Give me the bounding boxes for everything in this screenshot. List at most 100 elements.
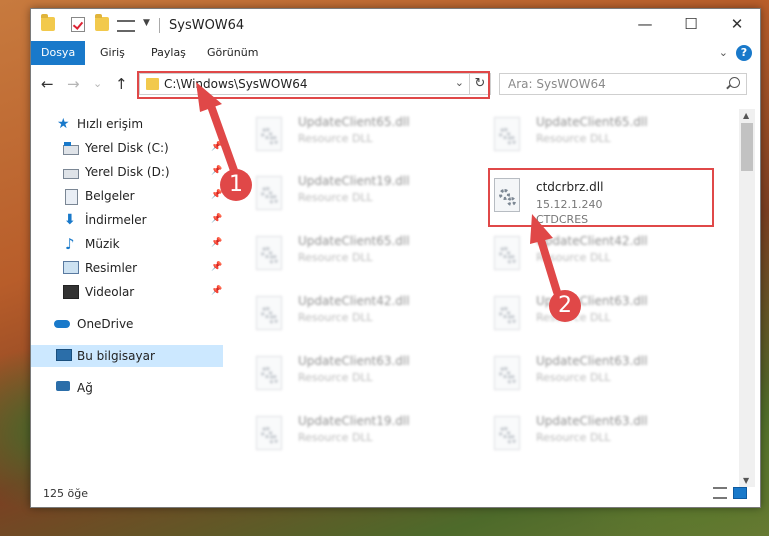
file-item[interactable]: UpdateClient65.dll Resource DLL [226,230,456,280]
window-title: SysWOW64 [169,18,245,33]
file-type: Resource DLL [298,371,373,384]
sidebar-item-documents[interactable]: Belgeler 📌 [31,185,223,207]
star-icon: ★ [57,116,70,132]
file-item[interactable]: UpdateClient19.dll Resource DLL [226,410,456,460]
up-button[interactable]: ↑ [115,75,128,93]
search-box[interactable]: Ara: SysWOW64 [499,73,747,95]
sidebar-item-label: OneDrive [77,317,134,331]
sidebar-item-label: Videolar [85,285,135,299]
sidebar-item-label: Yerel Disk (D:) [85,165,170,179]
customize-toolbar-chevron-icon[interactable]: ▼ [143,18,150,28]
pin-icon: 📌 [211,214,223,224]
file-item[interactable]: UpdateClient42.dll Resource DLL [464,230,694,280]
dll-file-icon [256,117,282,151]
sidebar-item-this-pc[interactable]: Bu bilgisayar [31,345,223,367]
sidebar-item-downloads[interactable]: ⬇ İndirmeler 📌 [31,209,223,231]
dll-file-icon [494,356,520,390]
file-item[interactable]: UpdateClient63.dll Resource DLL [464,350,694,400]
file-type: Resource DLL [298,191,373,204]
pin-icon: 📌 [211,142,223,152]
dll-file-icon [256,356,282,390]
folder-icon [41,14,55,31]
file-item[interactable]: UpdateClient42.dll Resource DLL [226,290,456,340]
tab-view[interactable]: Görünüm [197,41,268,65]
onedrive-icon [54,320,70,328]
expand-ribbon-chevron-icon[interactable]: ⌄ [719,46,728,59]
sidebar-item-label: Müzik [85,237,120,251]
file-type: Resource DLL [298,311,373,324]
documents-icon [65,189,78,205]
minimize-button[interactable]: — [622,9,668,39]
title-separator [159,18,160,33]
address-bar-highlight [137,71,490,99]
videos-icon [63,285,79,299]
music-icon: ♪ [65,235,75,253]
dll-file-icon [256,176,282,210]
help-icon[interactable]: ? [736,45,752,61]
sidebar-item-local-disk-d[interactable]: Yerel Disk (D:) 📌 [31,161,223,183]
file-item[interactable]: UpdateClient19.dll Resource DLL [226,170,456,220]
file-type: Resource DLL [298,132,373,145]
tab-home[interactable]: Giriş [90,41,135,65]
sidebar-item-label: Hızlı erişim [77,117,144,131]
sidebar-item-label: İndirmeler [85,213,147,227]
scroll-thumb[interactable] [741,123,753,171]
back-button[interactable]: ← [41,75,54,93]
dll-file-icon [494,117,520,151]
file-type: Resource DLL [536,431,611,444]
pin-icon: 📌 [211,238,223,248]
tab-share[interactable]: Paylaş [141,41,196,65]
scroll-up-icon[interactable]: ▲ [743,111,749,120]
sidebar-item-label: Bu bilgisayar [77,349,155,363]
file-name: UpdateClient63.dll [536,354,648,368]
details-view-icon[interactable] [713,487,727,499]
dll-file-icon [256,416,282,450]
file-name: UpdateClient63.dll [298,354,410,368]
dll-file-icon [494,416,520,450]
drive-c-icon [63,142,79,155]
sidebar-item-label: Ağ [77,381,93,395]
item-count: 125 öğe [43,487,88,500]
dll-file-icon [256,296,282,330]
file-name: UpdateClient19.dll [298,414,410,428]
sidebar-item-pictures[interactable]: Resimler 📌 [31,257,223,279]
sidebar-item-videos[interactable]: Videolar 📌 [31,281,223,303]
scroll-down-icon[interactable]: ▼ [743,476,749,485]
file-list: UpdateClient65.dll Resource DLL UpdateCl… [226,107,736,477]
step-badge-2: 2 [549,290,581,322]
title-bar: ▼ SysWOW64 — ☐ ✕ [31,9,760,41]
file-name: UpdateClient42.dll [298,294,410,308]
file-item[interactable]: UpdateClient65.dll Resource DLL [226,111,456,161]
large-icons-view-icon[interactable] [733,487,747,499]
forward-button[interactable]: → [67,75,80,93]
tab-file[interactable]: Dosya [31,41,86,65]
sidebar-item-quick-access[interactable]: ★ Hızlı erişim [31,113,223,135]
drive-icon [63,169,79,179]
pictures-icon [63,261,79,274]
sidebar-item-label: Belgeler [85,189,135,203]
search-input[interactable]: Ara: SysWOW64 [508,77,606,91]
properties-icon[interactable] [71,17,85,32]
file-item[interactable]: UpdateClient63.dll Resource DLL [226,350,456,400]
sidebar-item-local-disk-c[interactable]: Yerel Disk (C:) 📌 [31,137,223,159]
new-folder-icon[interactable] [95,14,109,31]
file-type: Resource DLL [536,371,611,384]
sidebar-item-onedrive[interactable]: OneDrive [31,313,223,335]
dll-file-icon [494,236,520,270]
vertical-scrollbar[interactable]: ▲ ▼ [739,109,755,487]
search-icon [729,77,740,88]
recent-locations-chevron-icon[interactable]: ⌄ [93,77,102,90]
sidebar-item-network[interactable]: Ağ [31,377,223,399]
file-item[interactable]: UpdateClient65.dll Resource DLL [464,111,694,161]
quick-access-toolbar-icon[interactable] [117,20,135,32]
maximize-button[interactable]: ☐ [668,9,714,39]
close-button[interactable]: ✕ [714,9,760,39]
file-type: Resource DLL [298,251,373,264]
pin-icon: 📌 [211,262,223,272]
file-item[interactable]: UpdateClient63.dll Resource DLL [464,410,694,460]
file-name: UpdateClient65.dll [298,115,410,129]
file-type: Resource DLL [298,431,373,444]
ribbon-tabs: Dosya Giriş Paylaş Görünüm ⌄ ? [31,41,760,65]
sidebar-item-music[interactable]: ♪ Müzik 📌 [31,233,223,255]
file-name: UpdateClient63.dll [536,414,648,428]
